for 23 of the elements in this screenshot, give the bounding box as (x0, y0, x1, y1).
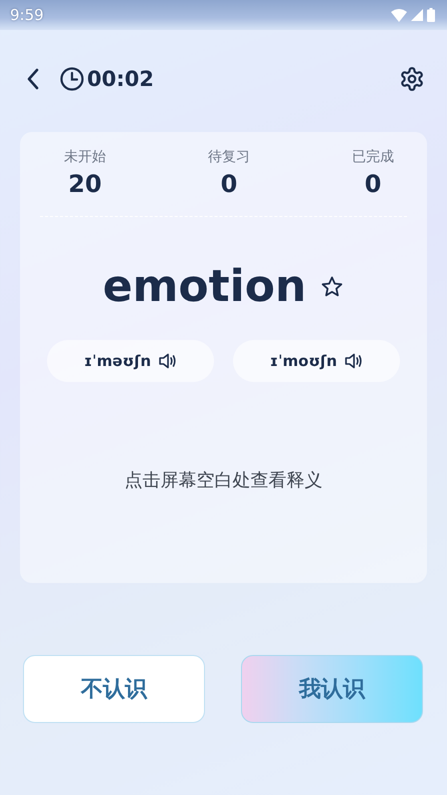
wifi-icon (391, 8, 407, 22)
speaker-icon (345, 353, 364, 369)
settings-button[interactable] (399, 66, 425, 92)
pronunciation-button[interactable]: ɪˈməʊʃn (47, 340, 214, 382)
word-text: emotion (102, 261, 306, 312)
back-button[interactable] (26, 68, 40, 90)
battery-icon (427, 8, 435, 22)
star-button[interactable] (320, 274, 344, 298)
know-button[interactable]: 我认识 (241, 655, 423, 723)
hint-text: 点击屏幕空白处查看释义 (124, 469, 322, 492)
stat-label: 已完成 (352, 148, 394, 166)
stat-label: 待复习 (208, 148, 250, 166)
stat-value: 0 (364, 170, 382, 198)
unknown-button[interactable]: 不认识 (23, 655, 205, 723)
speaker-icon (159, 353, 178, 369)
signal-icon (411, 9, 423, 21)
timer-text: 00:02 (87, 67, 154, 91)
stat-value: 0 (220, 170, 238, 198)
stat-label: 未开始 (64, 148, 106, 166)
status-time: 9:59 (10, 6, 44, 24)
clock-icon (60, 67, 84, 91)
pronunciation-button[interactable]: ɪˈmoʊʃn (233, 340, 400, 382)
stat-value: 20 (68, 170, 102, 198)
